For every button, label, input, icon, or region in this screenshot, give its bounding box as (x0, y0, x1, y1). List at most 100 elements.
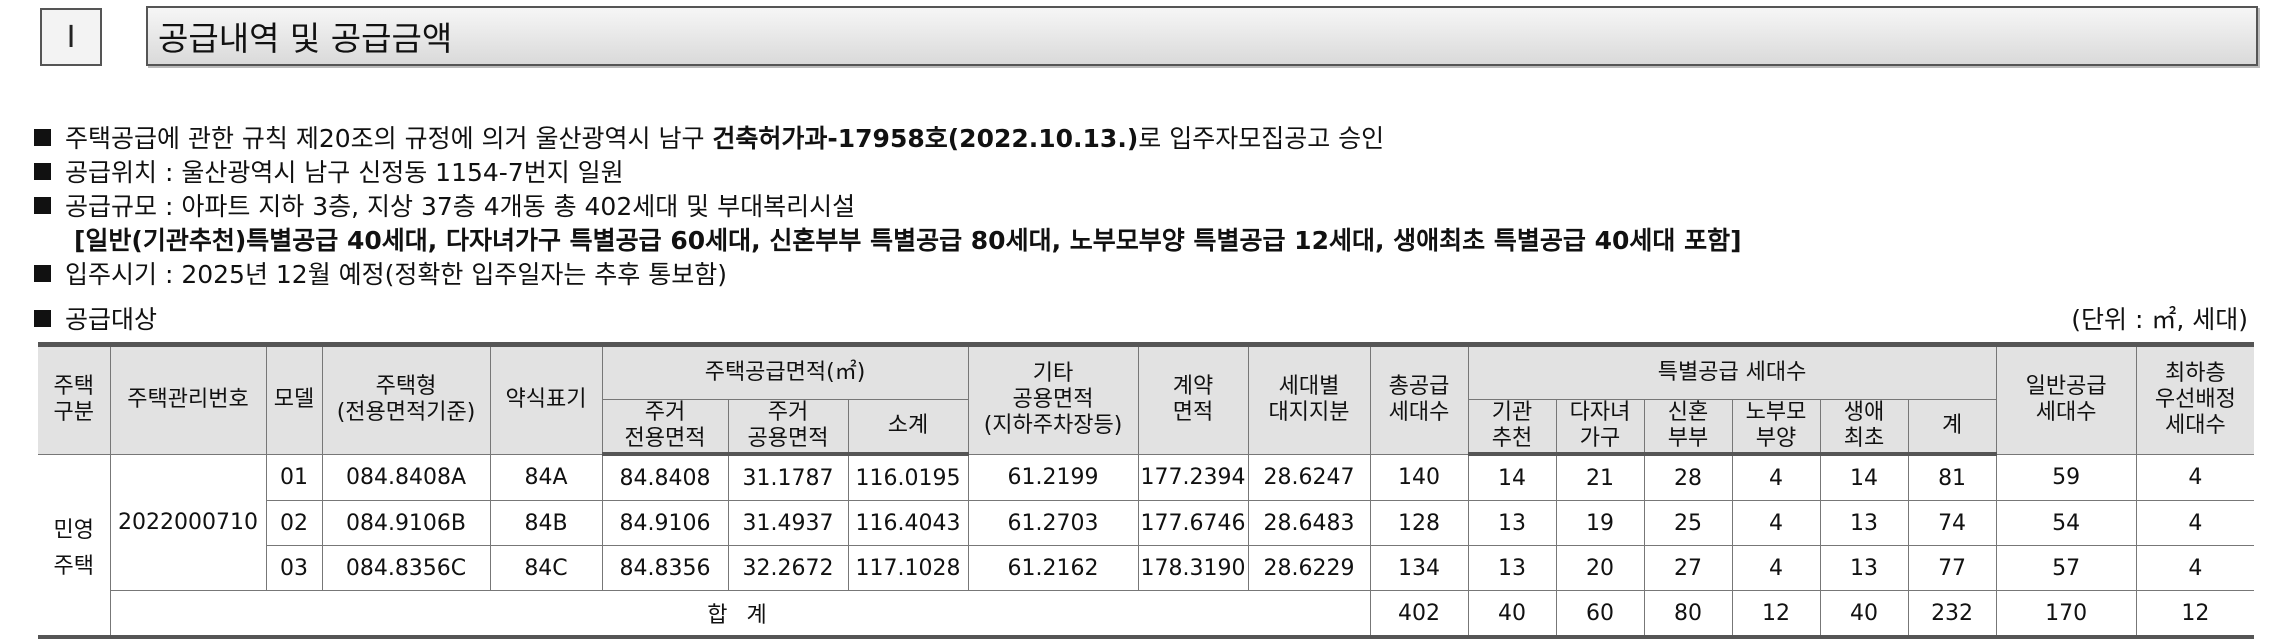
cell-common: 31.4937 (727, 500, 849, 546)
cell-land: 28.6483 (1247, 500, 1371, 546)
sum-total: 402 (1369, 590, 1469, 638)
header-house-type: 주택형 (전용면적기준) (321, 344, 491, 455)
cell-other: 61.2703 (967, 500, 1139, 546)
cell-total: 140 (1369, 453, 1469, 501)
cell-house-type: 084.8356C (321, 545, 491, 591)
cell-house-type: 084.8408A (321, 453, 491, 501)
cell-short: 84C (489, 545, 603, 591)
sum-general: 170 (1995, 590, 2137, 638)
bullet-move-in: 입주시기 : 2025년 12월 예정(정확한 입주일자는 추후 통보함) (34, 258, 1742, 292)
bullet-scale: 공급규모 : 아파트 지하 3층, 지상 37층 4개동 총 402세대 및 부… (34, 190, 1742, 224)
cell-multi-child: 21 (1555, 453, 1645, 501)
cell-elderly-parent: 4 (1731, 453, 1821, 501)
cell-first-time: 13 (1819, 545, 1909, 591)
cell-model: 02 (265, 500, 323, 546)
header-other-common-area: 기타 공용면적 (지하주차장등) (967, 344, 1139, 455)
cell-institution: 13 (1467, 500, 1557, 546)
header-institution: 기관 추천 (1467, 399, 1557, 456)
header-special-sum: 계 (1907, 399, 1997, 456)
cell-institution: 13 (1467, 545, 1557, 591)
cell-model: 03 (265, 545, 323, 591)
header-mgmt-no: 주택관리번호 (109, 344, 267, 455)
section-title: 공급내역 및 공급금액 (146, 6, 2258, 66)
housing-group-cell: 민영 주택 (38, 453, 111, 638)
header-exclusive-area: 주거 전용면적 (601, 399, 729, 456)
cell-lowest-floor: 4 (2135, 545, 2255, 591)
cell-multi-child: 20 (1555, 545, 1645, 591)
header-total-supply: 총공급 세대수 (1369, 344, 1469, 455)
header-short-label: 약식표기 (489, 344, 603, 455)
sum-multi-child: 60 (1555, 590, 1645, 638)
cell-first-time: 14 (1819, 453, 1909, 501)
square-bullet-icon (34, 163, 51, 180)
sum-first-time: 40 (1819, 590, 1909, 638)
square-bullet-icon (34, 197, 51, 214)
cell-general: 59 (1995, 453, 2137, 501)
cell-contract: 178.3190 (1137, 545, 1249, 591)
cell-first-time: 13 (1819, 500, 1909, 546)
sum-special-sum: 232 (1907, 590, 1997, 638)
cell-multi-child: 19 (1555, 500, 1645, 546)
sum-lowest-floor: 12 (2135, 590, 2255, 638)
cell-elderly-parent: 4 (1731, 545, 1821, 591)
cell-special-sum: 81 (1907, 453, 1997, 501)
header-special-supply: 특별공급 세대수 (1467, 344, 1997, 400)
bullet-list: 주택공급에 관한 규칙 제20조의 규정에 의거 울산광역시 남구 건축허가과-… (34, 122, 1742, 292)
sum-institution: 40 (1467, 590, 1557, 638)
cell-model: 01 (265, 453, 323, 501)
header-common-area: 주거 공용면적 (727, 399, 849, 456)
cell-contract: 177.2394 (1137, 453, 1249, 501)
cell-total: 128 (1369, 500, 1469, 546)
cell-house-type: 084.9106B (321, 500, 491, 546)
square-bullet-icon (34, 129, 51, 146)
cell-subtotal: 116.4043 (847, 500, 969, 546)
header-general-supply: 일반공급 세대수 (1995, 344, 2137, 455)
cell-other: 61.2199 (967, 453, 1139, 501)
cell-other: 61.2162 (967, 545, 1139, 591)
cell-elderly-parent: 4 (1731, 500, 1821, 546)
cell-general: 57 (1995, 545, 2137, 591)
table-row: 03 084.8356C 84C 84.8356 32.2672 117.102… (38, 545, 2255, 591)
cell-newlywed: 28 (1643, 453, 1733, 501)
square-bullet-icon (34, 310, 51, 327)
header-newlywed: 신혼 부부 (1643, 399, 1733, 456)
supply-table: 주택 구분 주택관리번호 모델 주택형 (전용면적기준) 약식표기 주택공급면적(㎡… (38, 342, 2255, 639)
header-multi-child: 다자녀 가구 (1555, 399, 1645, 456)
section-number: Ⅰ (40, 8, 102, 66)
header-lowest-floor: 최하층 우선배정 세대수 (2135, 344, 2255, 455)
cell-lowest-floor: 4 (2135, 500, 2255, 546)
cell-exclusive: 84.8408 (601, 453, 729, 501)
header-supply-area: 주택공급면적(㎡) (601, 344, 969, 400)
cell-newlywed: 27 (1643, 545, 1733, 591)
cell-general: 54 (1995, 500, 2137, 546)
cell-total: 134 (1369, 545, 1469, 591)
cell-short: 84B (489, 500, 603, 546)
cell-special-sum: 77 (1907, 545, 1997, 591)
cell-lowest-floor: 4 (2135, 453, 2255, 501)
bullet-location: 공급위치 : 울산광역시 남구 신정동 1154-7번지 일원 (34, 156, 1742, 190)
cell-contract: 177.6746 (1137, 500, 1249, 546)
bullet-special-supply: [일반(기관추천)특별공급 40세대, 다자녀가구 특별공급 60세대, 신혼부… (74, 226, 1742, 255)
unit-note: (단위 : ㎡, 세대) (2071, 305, 2248, 334)
header-elderly-parent: 노부모 부양 (1731, 399, 1821, 456)
sum-elderly-parent: 12 (1731, 590, 1821, 638)
square-bullet-icon (34, 265, 51, 282)
header-first-time: 생애 최초 (1819, 399, 1909, 456)
header-housing-type: 주택 구분 (38, 344, 111, 455)
cell-newlywed: 25 (1643, 500, 1733, 546)
supply-target-heading: 공급대상 (34, 300, 157, 336)
mgmt-no-cell: 2022000710 (109, 453, 267, 591)
table-row: 민영 주택 2022000710 01 084.8408A 84A 84.8408… (38, 453, 2255, 638)
sum-newlywed: 80 (1643, 590, 1733, 638)
cell-exclusive: 84.8356 (601, 545, 729, 591)
cell-common: 32.2672 (727, 545, 849, 591)
bullet-approval: 주택공급에 관한 규칙 제20조의 규정에 의거 울산광역시 남구 건축허가과-… (34, 122, 1742, 156)
header-model: 모델 (265, 344, 323, 455)
sum-label: 합 계 (109, 590, 1371, 638)
header-subtotal: 소계 (847, 399, 969, 456)
cell-short: 84A (489, 453, 603, 501)
cell-special-sum: 74 (1907, 500, 1997, 546)
header-land-share: 세대별 대지지분 (1247, 344, 1371, 455)
cell-subtotal: 117.1028 (847, 545, 969, 591)
cell-common: 31.1787 (727, 453, 849, 501)
